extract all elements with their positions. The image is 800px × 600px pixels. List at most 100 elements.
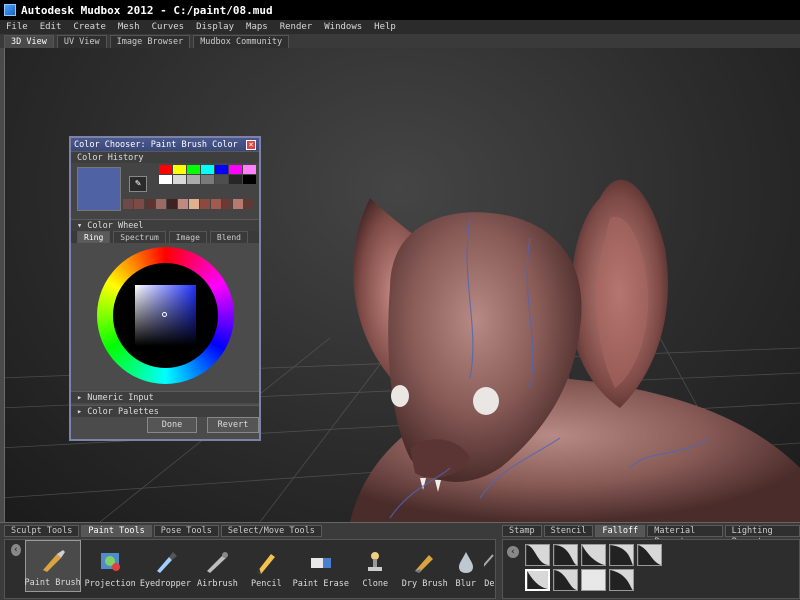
tool-paint-erase[interactable]: Paint Erase xyxy=(293,540,349,592)
palette-swatch[interactable] xyxy=(201,175,214,184)
tool-label: Projection xyxy=(84,579,136,589)
falloff-curve-icon[interactable] xyxy=(553,569,578,591)
tab-select-move-tools[interactable]: Select/Move Tools xyxy=(220,525,322,537)
color-picker-cursor[interactable] xyxy=(162,312,167,317)
falloff-curve-icon[interactable] xyxy=(525,569,550,591)
tool-partial[interactable]: De xyxy=(483,540,495,592)
palette-swatch[interactable] xyxy=(173,175,186,184)
history-swatch[interactable] xyxy=(211,199,221,209)
tab-stencil[interactable]: Stencil xyxy=(543,525,594,537)
revert-button[interactable]: Revert xyxy=(207,417,259,433)
tool-pencil[interactable]: Pencil xyxy=(244,540,289,592)
menu-file[interactable]: File xyxy=(6,22,28,32)
palette-swatch[interactable] xyxy=(243,175,256,184)
palette-swatch[interactable] xyxy=(159,175,172,184)
numeric-input-header[interactable]: ▸ Numeric Input xyxy=(71,391,259,403)
tab-falloff[interactable]: Falloff xyxy=(595,525,646,537)
dialog-titlebar[interactable]: Color Chooser: Paint Brush Color × xyxy=(71,138,259,151)
eyedropper-icon[interactable]: ✎ xyxy=(129,176,147,192)
history-swatch[interactable] xyxy=(167,199,177,209)
hue-ring[interactable] xyxy=(97,247,234,384)
menu-windows[interactable]: Windows xyxy=(324,22,362,32)
palette-swatch[interactable] xyxy=(215,175,228,184)
history-swatch[interactable] xyxy=(134,199,144,209)
menu-create[interactable]: Create xyxy=(73,22,106,32)
history-swatch[interactable] xyxy=(178,199,188,209)
palette-swatch[interactable] xyxy=(201,165,214,174)
tab-stamp[interactable]: Stamp xyxy=(502,525,542,537)
basic-color-palette xyxy=(159,165,256,184)
history-swatch[interactable] xyxy=(233,199,243,209)
falloff-curve-icon[interactable] xyxy=(581,544,606,566)
tab-lighting-presets[interactable]: Lighting Presets xyxy=(724,525,800,547)
falloff-curve-icon[interactable] xyxy=(525,544,550,566)
menu-render[interactable]: Render xyxy=(280,22,313,32)
done-button[interactable]: Done xyxy=(147,417,197,433)
tool-dry-brush[interactable]: Dry Brush xyxy=(402,540,448,592)
history-swatch[interactable] xyxy=(244,199,254,209)
current-color-swatch[interactable] xyxy=(77,167,121,211)
tool-clone[interactable]: Clone xyxy=(353,540,398,592)
clone-stamp-icon xyxy=(368,552,383,571)
tab-3d-view[interactable]: 3D View xyxy=(4,35,54,48)
close-icon[interactable]: × xyxy=(246,139,256,150)
tab-material-presets[interactable]: Material Presets xyxy=(647,525,723,547)
palette-swatch[interactable] xyxy=(159,165,172,174)
tool-projection[interactable]: Projection xyxy=(85,540,136,592)
tab-mudbox-community[interactable]: Mudbox Community xyxy=(193,35,290,48)
tab-blend[interactable]: Blend xyxy=(209,231,248,243)
scroll-left-icon[interactable]: ‹ xyxy=(11,544,21,556)
history-swatch[interactable] xyxy=(145,199,155,209)
menu-help[interactable]: Help xyxy=(374,22,396,32)
palette-swatch[interactable] xyxy=(243,165,256,174)
color-history-label: Color History xyxy=(77,152,144,163)
tool-paint-brush[interactable]: Paint Brush xyxy=(24,540,81,592)
tab-ring[interactable]: Ring xyxy=(77,231,111,243)
viewport-left-border xyxy=(0,48,5,522)
palette-swatch[interactable] xyxy=(215,165,228,174)
saturation-value-square[interactable] xyxy=(135,285,196,346)
menu-edit[interactable]: Edit xyxy=(40,22,62,32)
scroll-left-icon[interactable]: ‹ xyxy=(507,546,519,558)
history-swatch[interactable] xyxy=(222,199,232,209)
history-swatch[interactable] xyxy=(156,199,166,209)
falloff-curve-icon[interactable] xyxy=(637,544,662,566)
falloff-curve-icon[interactable] xyxy=(581,569,606,591)
tab-uv-view[interactable]: UV View xyxy=(56,35,107,48)
palette-swatch[interactable] xyxy=(187,165,200,174)
falloff-curve-icon[interactable] xyxy=(553,544,578,566)
mudbox-logo-icon xyxy=(4,4,16,16)
tool-airbrush[interactable]: Airbrush xyxy=(195,540,240,592)
palette-swatch[interactable] xyxy=(229,165,242,174)
tab-image-browser[interactable]: Image Browser xyxy=(109,35,191,48)
color-wheel-label: Color Wheel xyxy=(87,220,144,231)
menu-maps[interactable]: Maps xyxy=(246,22,268,32)
color-palettes-header[interactable]: ▸ Color Palettes xyxy=(71,405,259,417)
palette-swatch[interactable] xyxy=(173,165,186,174)
dry-brush-icon xyxy=(414,555,433,573)
menu-mesh[interactable]: Mesh xyxy=(118,22,140,32)
falloff-curve-icon[interactable] xyxy=(609,544,634,566)
tab-image[interactable]: Image xyxy=(168,231,207,243)
falloff-curve-icon[interactable] xyxy=(609,569,634,591)
tool-eyedropper[interactable]: Eyedropper xyxy=(140,540,191,592)
pencil-icon xyxy=(257,554,276,574)
tab-paint-tools[interactable]: Paint Tools xyxy=(81,525,152,537)
history-swatch[interactable] xyxy=(200,199,210,209)
history-swatch[interactable] xyxy=(123,199,133,209)
tab-spectrum[interactable]: Spectrum xyxy=(113,231,166,243)
color-wheel-header[interactable]: ▾ Color Wheel xyxy=(71,219,259,231)
tab-pose-tools[interactable]: Pose Tools xyxy=(153,525,219,537)
menu-display[interactable]: Display xyxy=(196,22,234,32)
palette-swatch[interactable] xyxy=(229,175,242,184)
menu-curves[interactable]: Curves xyxy=(152,22,185,32)
numeric-input-label: Numeric Input xyxy=(87,392,154,403)
history-swatch[interactable] xyxy=(189,199,199,209)
tool-label: Pencil xyxy=(251,579,282,589)
view-tabbar: 3D View UV View Image Browser Mudbox Com… xyxy=(0,34,800,48)
palette-swatch[interactable] xyxy=(187,175,200,184)
falloff-presets xyxy=(525,544,662,591)
tool-blur[interactable]: Blur xyxy=(452,540,480,592)
tab-sculpt-tools[interactable]: Sculpt Tools xyxy=(4,525,80,537)
bat-creature-model[interactable] xyxy=(330,138,800,522)
